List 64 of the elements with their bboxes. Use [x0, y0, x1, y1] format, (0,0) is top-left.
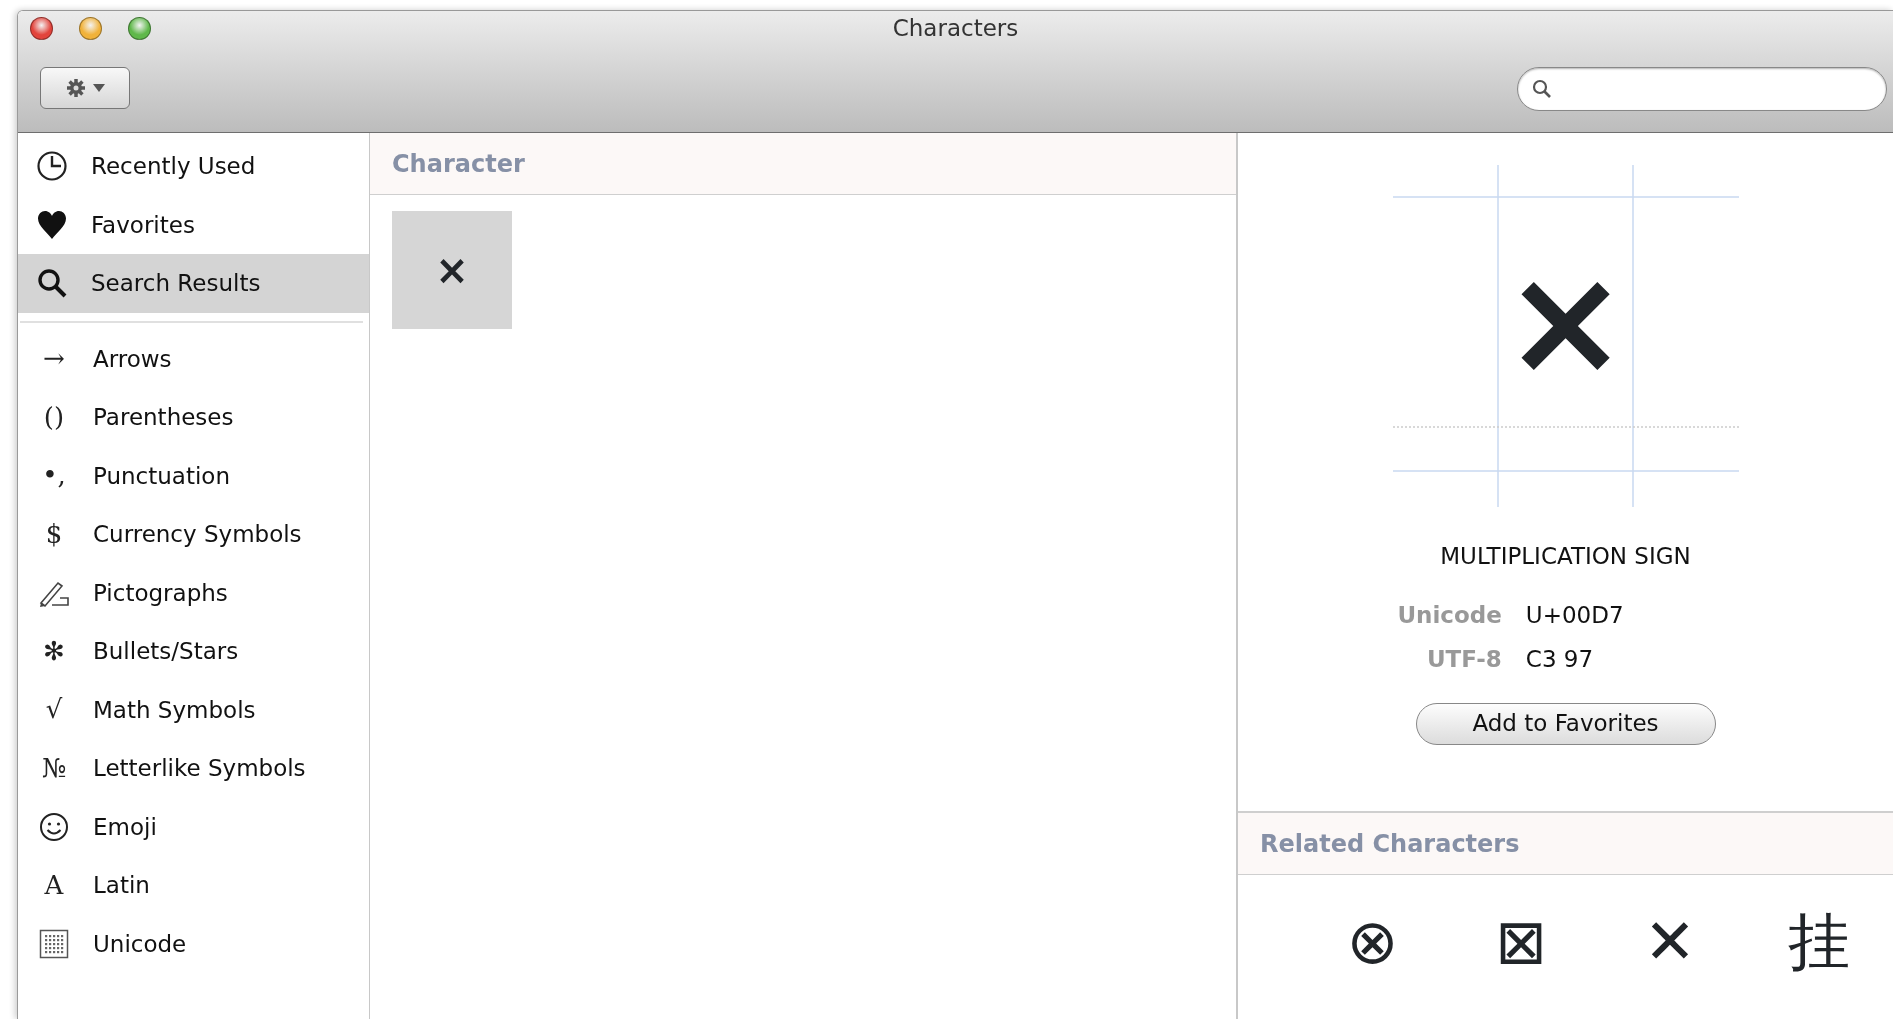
sidebar-label: Recently Used — [91, 152, 256, 181]
smiley-icon — [39, 811, 69, 842]
field-value: C3 97 — [1525, 645, 1595, 674]
search-icon — [1532, 79, 1552, 99]
heart-icon — [37, 209, 67, 240]
sidebar-item[interactable]: Search Results — [18, 254, 369, 313]
sidebar-item[interactable]: Favorites — [18, 195, 369, 254]
window-title: Characters — [892, 13, 1019, 43]
sidebar-item[interactable]: Unicode — [20, 914, 363, 973]
add-to-favorites-button[interactable]: Add to Favorites — [1415, 702, 1716, 745]
related-character[interactable]: ⊠ — [1446, 905, 1596, 980]
gear-icon — [65, 77, 87, 99]
sidebar-item[interactable]: $ Currency Symbols — [20, 505, 363, 564]
field-value: U+00D7 — [1525, 600, 1624, 630]
grid-icon — [39, 928, 69, 959]
sidebar-label: Unicode — [93, 929, 187, 959]
column-header: Character — [370, 133, 1236, 195]
sidebar-label: Pictographs — [93, 578, 228, 608]
related-character[interactable]: ⊗ — [1298, 905, 1447, 980]
sidebar-label: Currency Symbols — [93, 520, 302, 549]
search-field[interactable] — [1517, 67, 1887, 111]
sidebar-label: Bullets/Stars — [93, 637, 239, 666]
character-tile[interactable]: × — [392, 211, 512, 329]
glyph-icon: A — [44, 865, 64, 905]
glyph-icon: •, — [42, 456, 66, 496]
minimize-button[interactable] — [79, 16, 102, 40]
close-button[interactable] — [30, 16, 53, 40]
search-icon — [37, 268, 67, 299]
section-header: Related Characters — [1238, 813, 1893, 875]
sidebar-label: Search Results — [91, 269, 261, 298]
zoom-button[interactable] — [128, 16, 151, 40]
glyph-icon: () — [43, 397, 65, 437]
field-label: Unicode — [1397, 600, 1502, 630]
sidebar-item[interactable]: Recently Used — [18, 137, 369, 196]
sidebar-item[interactable]: ✻ Bullets/Stars — [20, 622, 363, 681]
sidebar-label: Emoji — [93, 812, 157, 842]
sidebar-label: Latin — [93, 871, 150, 900]
sidebar-label: Punctuation — [93, 461, 230, 491]
glyph-icon: √ — [45, 690, 63, 730]
clock-icon — [36, 150, 68, 183]
caret-icon — [93, 84, 105, 92]
field-label: UTF-8 — [1425, 645, 1502, 674]
sidebar-item[interactable]: √ Math Symbols — [20, 680, 363, 739]
sidebar-label: Favorites — [91, 210, 195, 240]
sidebar-item[interactable]: •, Punctuation — [20, 446, 363, 505]
character-preview: × — [1502, 246, 1629, 396]
sidebar-item[interactable]: → Arrows — [20, 329, 363, 388]
related-character[interactable]: 挂 — [1744, 905, 1893, 980]
glyph-icon: $ — [45, 514, 63, 554]
related-character[interactable]: ✕ — [1595, 905, 1745, 980]
sidebar-label: Arrows — [93, 344, 172, 374]
action-menu-button[interactable] — [40, 67, 130, 109]
glyph-icon: ✻ — [43, 631, 65, 671]
sidebar-item[interactable]: Pictographs — [20, 563, 363, 622]
sidebar-item[interactable]: () Parentheses — [20, 388, 363, 447]
glyph-icon: № — [41, 748, 67, 788]
sidebar-item[interactable]: Emoji — [20, 797, 363, 856]
sidebar-label: Parentheses — [93, 403, 234, 432]
sidebar-item[interactable]: № Letterlike Symbols — [20, 739, 363, 798]
sidebar-label: Letterlike Symbols — [93, 754, 306, 783]
sidebar-item[interactable]: A Latin — [20, 856, 363, 915]
character-name: MULTIPLICATION SIGN — [1440, 542, 1691, 571]
sidebar-label: Math Symbols — [93, 695, 256, 725]
glyph-icon: → — [43, 339, 65, 379]
